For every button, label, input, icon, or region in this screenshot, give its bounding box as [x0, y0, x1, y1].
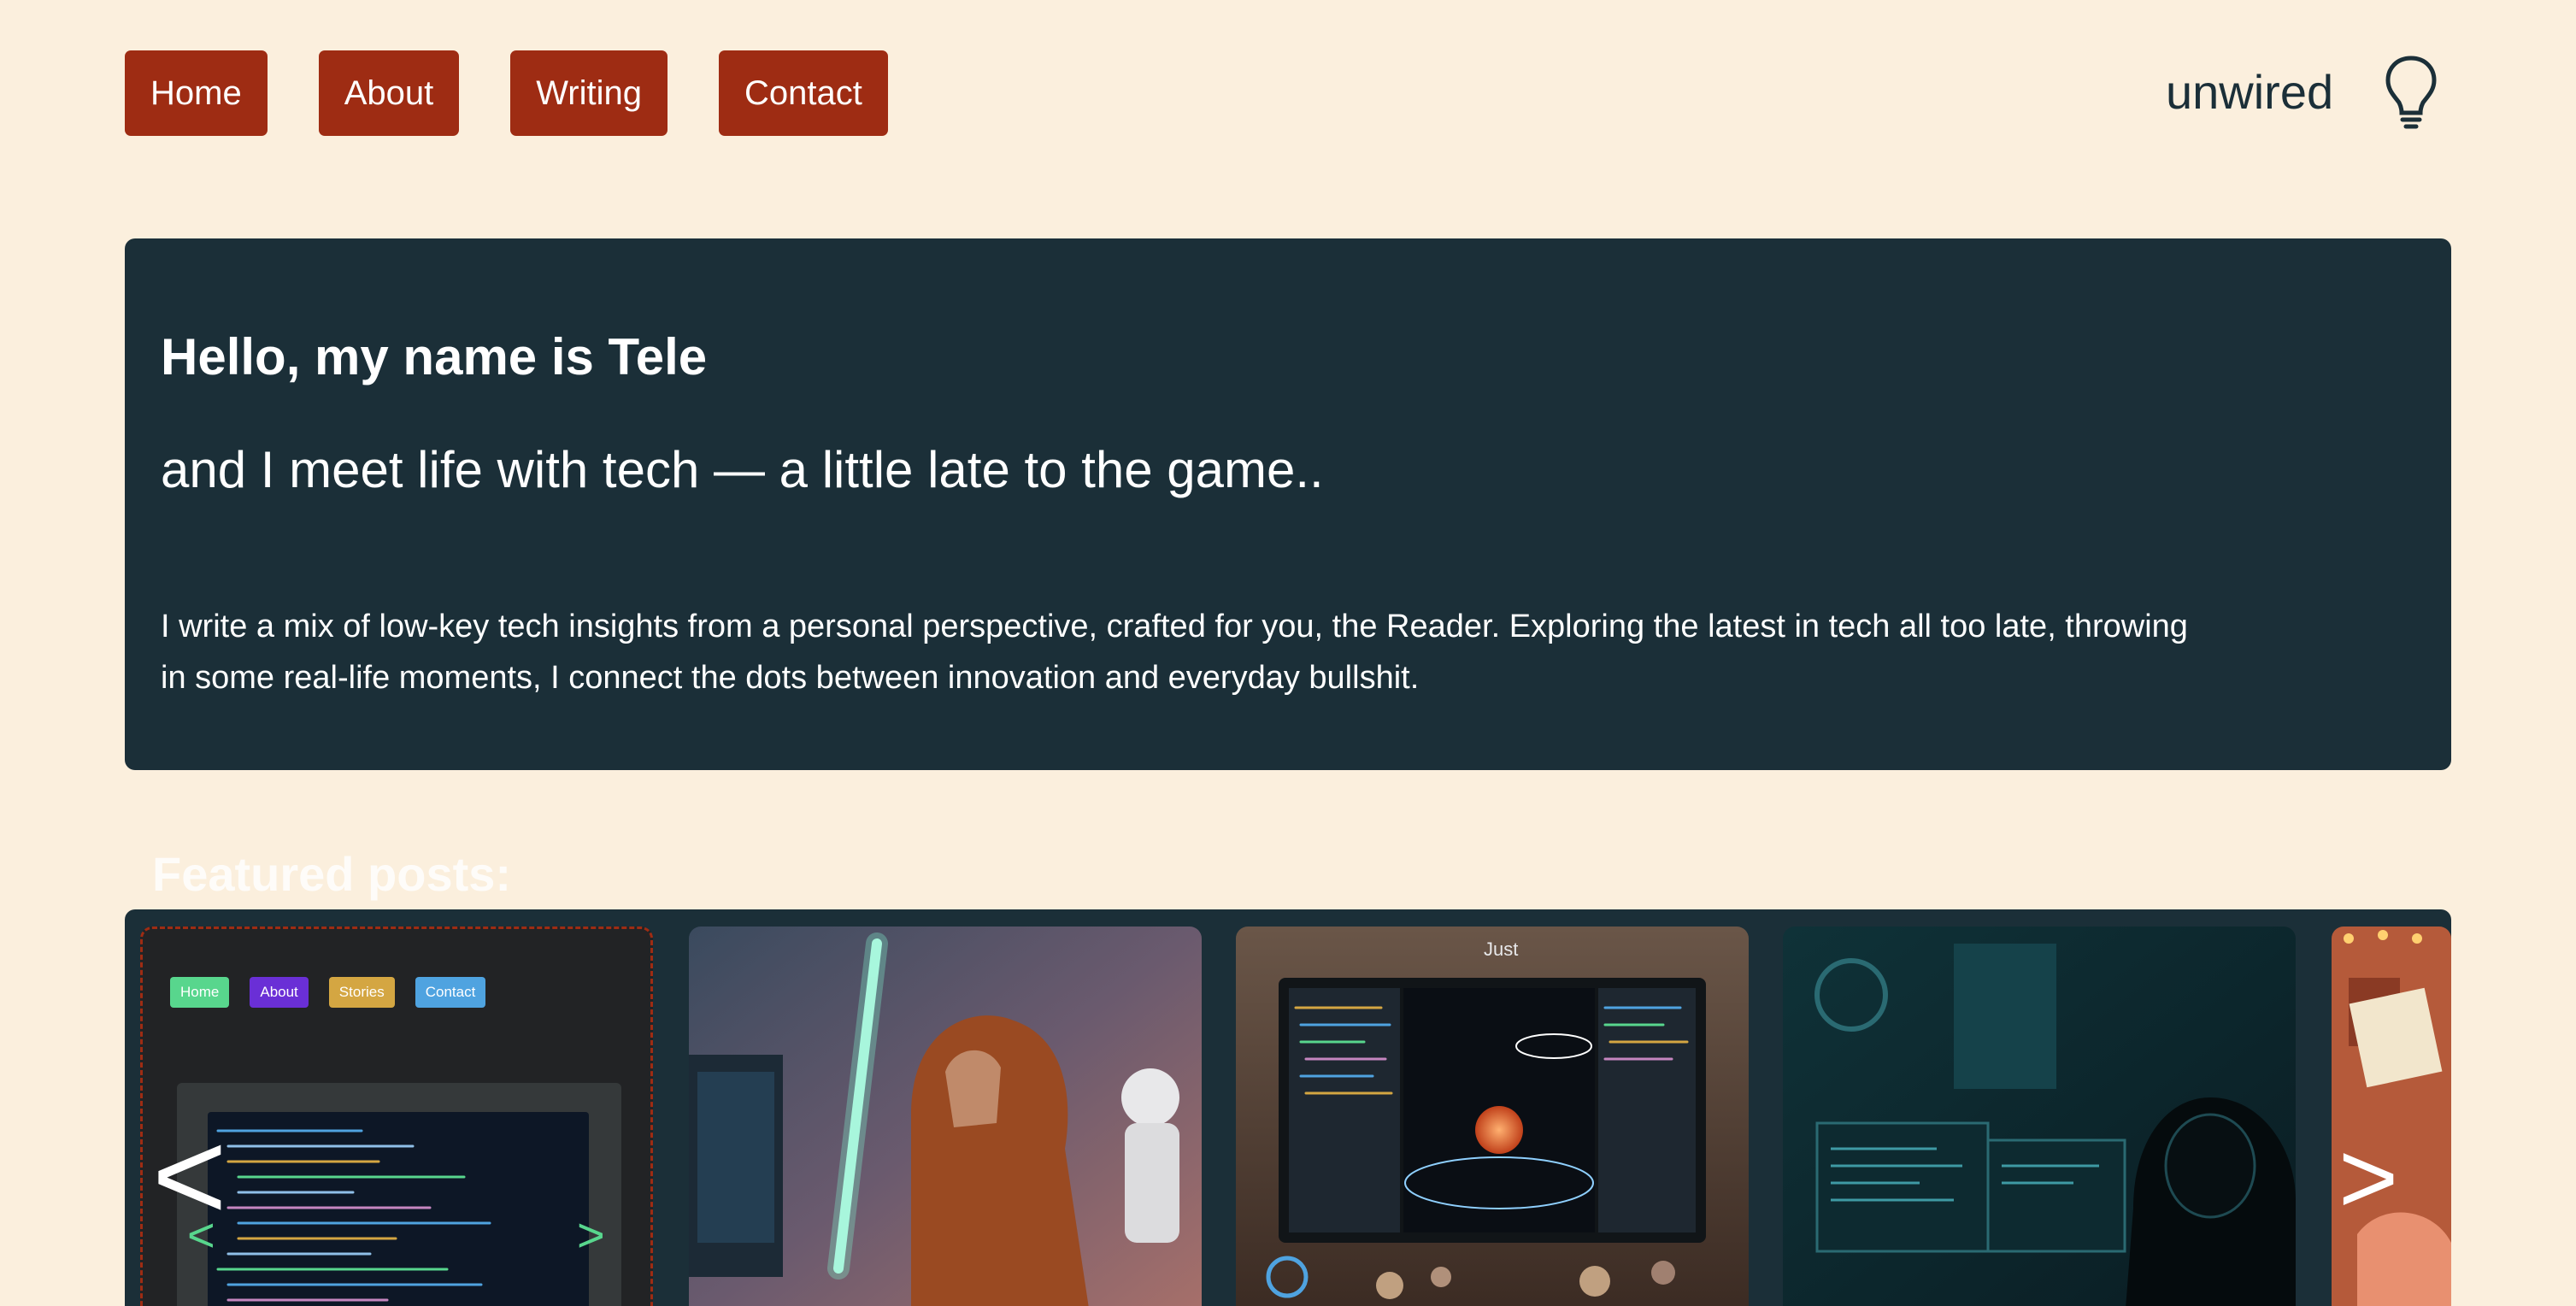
- card-overlay-text: Just: [1484, 938, 1518, 960]
- post-image: [689, 927, 1202, 1306]
- hero-heading: Hello, my name is Tele: [161, 328, 708, 385]
- featured-post-card[interactable]: [2332, 927, 2451, 1306]
- post-image: Just: [1236, 927, 1749, 1306]
- featured-post-card[interactable]: Just: [1236, 927, 1749, 1306]
- main-nav: Home About Writing Contact: [125, 50, 888, 136]
- preview-nav-item: Contact: [415, 977, 486, 1008]
- post-image: [1783, 927, 2296, 1306]
- preview-nav-item: About: [250, 977, 309, 1008]
- nav-contact-button[interactable]: Contact: [718, 50, 888, 136]
- featured-carousel: Home About Stories Contact < > Just: [125, 909, 2451, 1306]
- preview-nav-item: Stories: [328, 977, 395, 1008]
- featured-post-card[interactable]: [689, 927, 1202, 1306]
- carousel-prev-button[interactable]: <: [152, 1111, 227, 1239]
- preview-code-screenshot: [177, 1083, 621, 1306]
- hero-intro: I write a mix of low-key tech insights f…: [161, 609, 2188, 696]
- preview-next-arrow: >: [577, 1208, 605, 1262]
- nav-about-button[interactable]: About: [318, 50, 460, 136]
- carousel-next-button[interactable]: >: [2338, 1127, 2398, 1229]
- preview-nav: Home About Stories Contact: [170, 977, 486, 1008]
- featured-post-card[interactable]: [1783, 927, 2296, 1306]
- nav-home-button[interactable]: Home: [125, 50, 268, 136]
- page: Home About Writing Contact unwired Hello…: [0, 0, 2576, 1306]
- nav-writing-button[interactable]: Writing: [510, 50, 668, 136]
- featured-posts-title: Featured posts:: [152, 847, 512, 901]
- hero-subheading: and I meet life with tech — a little lat…: [161, 441, 1324, 498]
- preview-nav-item: Home: [170, 977, 230, 1008]
- post-image: [2332, 927, 2451, 1306]
- site-brand[interactable]: unwired: [2166, 64, 2333, 120]
- hero-panel: Hello, my name is Tele and I meet life w…: [125, 238, 2451, 770]
- lightbulb-icon[interactable]: [2385, 55, 2438, 130]
